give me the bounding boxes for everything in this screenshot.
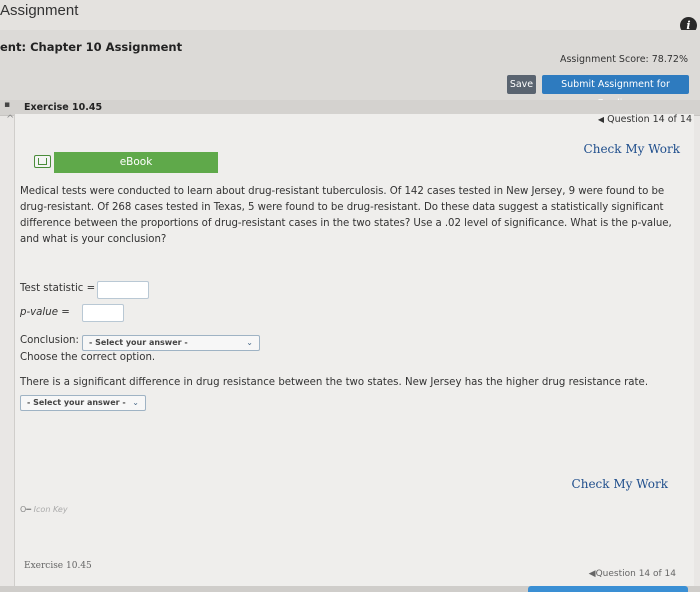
footer-prev-arrow-icon[interactable]: ◀ [589,569,596,579]
assignment-header: ent: Chapter 10 Assignment Assignment Sc… [0,30,700,109]
check-my-work-button[interactable]: Check My Work [584,142,680,156]
chevron-down-icon: ⌄ [246,338,253,347]
statement-select-value: - Select your answer - [27,398,126,407]
ebook-button[interactable]: eBook [54,152,218,173]
p-value-label: p-value = [20,307,70,318]
key-icon: O━ [20,505,32,514]
submit-assignment-button[interactable]: Submit Assignment for Grading [542,75,689,109]
exercise-label: Exercise 10.45 [24,102,103,113]
icon-key-label: Icon Key [33,505,68,514]
statement-select[interactable]: - Select your answer - ⌄ [20,395,146,411]
bottom-nav-button[interactable] [528,586,688,592]
assignment-score: Assignment Score: 78.72% [559,54,688,65]
conclusion-label: Conclusion: [20,335,79,346]
prev-arrow-icon[interactable]: ◀ [598,115,604,124]
top-bar: Assignment i [0,0,700,34]
conclusion-select[interactable]: - Select your answer - ⌄ [82,335,260,351]
test-statistic-input[interactable] [97,281,149,299]
conclusion-select-value: - Select your answer - [89,338,188,347]
question-nav-label: Question 14 of 14 [607,114,692,125]
icon-key[interactable]: O━ Icon Key [20,505,68,514]
problem-text: Medical tests were conducted to learn ab… [20,186,672,245]
test-statistic-label: Test statistic = [20,283,96,294]
statement-text: There is a significant difference in dru… [20,377,649,388]
exercise-marker-icon: ▪ [4,100,11,110]
app-title: Assignment [0,2,79,19]
chevron-down-icon: ⌄ [132,398,139,407]
assignment-title: ent: Chapter 10 Assignment [0,40,183,54]
question-nav[interactable]: ◀ Question 14 of 14 [598,114,692,125]
footer-exercise-label: Exercise 10.45 [24,561,92,571]
ebook-icon[interactable] [34,155,51,168]
choose-instruction: Choose the correct option. [20,352,156,363]
save-button[interactable]: Save [507,75,536,94]
footer-question-label: Question 14 of 14 [595,569,676,579]
p-value-input[interactable] [82,304,124,322]
check-my-work-bottom-button[interactable]: Check My Work [572,477,668,491]
footer-question-nav[interactable]: ◀Question 14 of 14 [589,569,676,579]
